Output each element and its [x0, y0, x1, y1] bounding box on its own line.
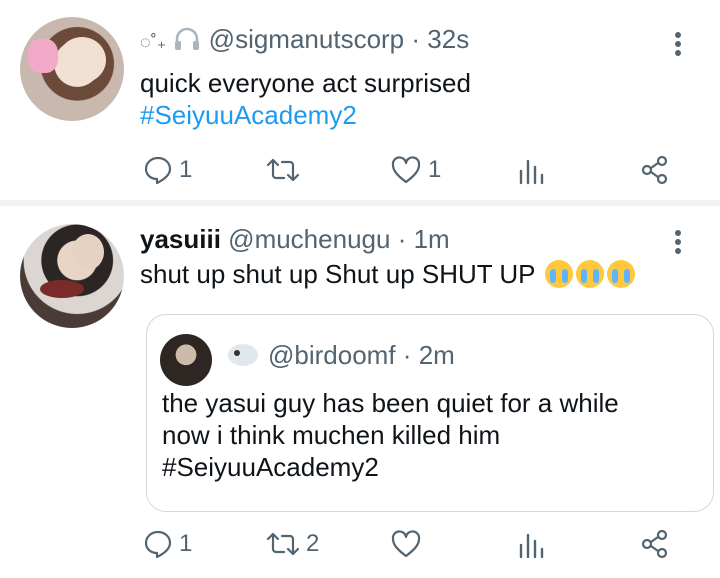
tweet-header: ◌˚₊ @sigmanutscorp · 32s — [140, 24, 469, 57]
separator: · — [397, 224, 407, 254]
analytics-icon — [519, 159, 544, 185]
retweet-icon — [266, 158, 300, 182]
headphone-icon — [175, 27, 200, 50]
reply-icon — [144, 530, 172, 559]
separator: · — [402, 340, 412, 370]
retweet-button[interactable] — [266, 150, 300, 190]
separator: · — [411, 24, 421, 54]
analytics-button[interactable] — [518, 524, 546, 564]
quoted-hashtag-link[interactable]: #SeiyuuAcademy2 — [162, 451, 379, 483]
reply-icon — [144, 156, 172, 185]
display-name[interactable]: yasuiii — [140, 224, 221, 254]
reply-count: 1 — [179, 530, 193, 557]
quoted-avatar[interactable] — [160, 334, 212, 386]
handle[interactable]: @sigmanutscorp — [209, 24, 404, 54]
like-count: 1 — [428, 156, 442, 183]
share-button[interactable] — [641, 150, 669, 190]
timestamp[interactable]: 1m — [414, 224, 450, 254]
crying-emoji-icon — [576, 260, 605, 288]
analytics-icon — [519, 533, 544, 559]
avatar[interactable] — [20, 224, 124, 328]
avatar[interactable] — [20, 17, 124, 121]
quoted-handle[interactable]: @birdoomf — [268, 340, 396, 370]
retweet-button[interactable]: 2 — [266, 524, 319, 564]
more-icon[interactable] — [670, 228, 686, 256]
crying-emoji-icon — [545, 260, 574, 288]
action-bar: 1 1 — [0, 150, 720, 190]
retweet-icon — [266, 532, 300, 556]
quoted-text-line: now i think muchen killed him — [162, 420, 501, 450]
share-button[interactable] — [641, 524, 669, 564]
bird-emoji-icon — [228, 344, 258, 366]
timestamp[interactable]: 32s — [427, 24, 469, 54]
handle[interactable]: @muchenugu — [228, 224, 390, 254]
retweet-count: 2 — [306, 530, 320, 557]
tweet-text: quick everyone act surprised — [140, 68, 471, 98]
crying-emoji-icon — [607, 260, 636, 288]
tweet-text: shut up shut up Shut up SHUT UP — [140, 258, 636, 290]
like-icon — [391, 156, 421, 184]
like-button[interactable] — [390, 524, 422, 564]
quoted-tweet-header: @birdoomf · 2m — [228, 340, 455, 370]
analytics-button[interactable] — [518, 150, 546, 190]
tweet-text-body: shut up shut up Shut up SHUT UP — [140, 259, 536, 289]
hashtag-link[interactable]: #SeiyuuAcademy2 — [140, 99, 357, 131]
share-icon — [641, 155, 668, 185]
action-bar: 1 2 — [0, 524, 720, 564]
like-button[interactable]: 1 — [390, 150, 441, 190]
more-icon[interactable] — [670, 30, 686, 58]
quoted-timestamp: 2m — [418, 340, 455, 370]
display-name-symbols[interactable]: ◌˚₊ — [140, 32, 166, 52]
reply-button[interactable]: 1 — [143, 524, 192, 564]
like-icon — [391, 530, 421, 558]
quoted-text-line: the yasui guy has been quiet for a while — [162, 388, 619, 418]
tweet-header: yasuiii @muchenugu · 1m — [140, 224, 450, 254]
tweet-1[interactable]: ◌˚₊ @sigmanutscorp · 32s quick everyone … — [0, 0, 720, 200]
reply-button[interactable]: 1 — [143, 150, 192, 190]
reply-count: 1 — [179, 156, 193, 183]
share-icon — [641, 529, 668, 559]
